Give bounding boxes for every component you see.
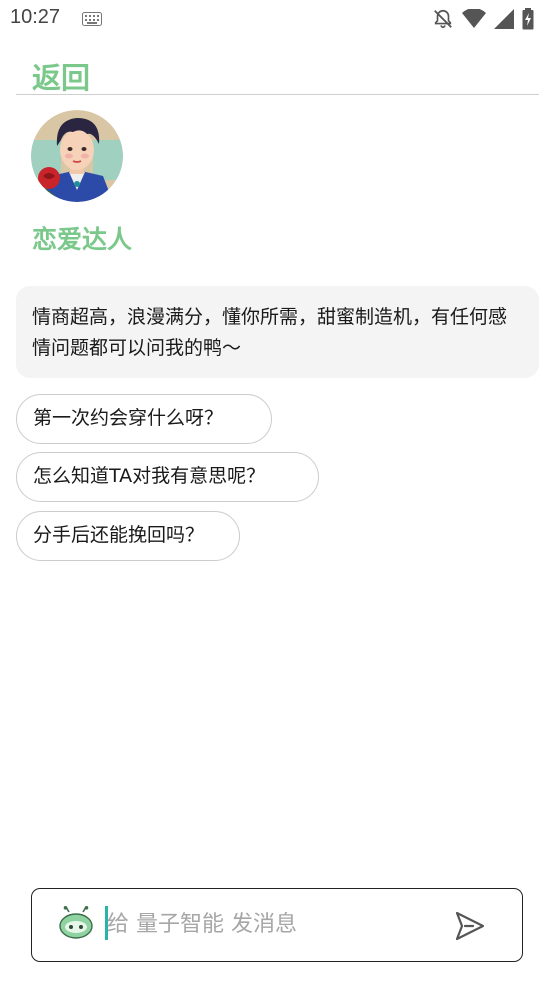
- chat-screen: 10:27 返回 恋爱达人 情商超高，浪漫满分，懂你所需，甜蜜制造机，有任何感情…: [0, 0, 554, 985]
- avatar: [31, 110, 123, 202]
- robot-icon: [58, 906, 94, 944]
- back-button[interactable]: 返回: [32, 55, 90, 97]
- header-divider: [16, 94, 539, 95]
- intro-text: 情商超高，浪漫满分，懂你所需，甜蜜制造机，有任何感情问题都可以问我的鸭～: [32, 306, 508, 359]
- signal-icon: [494, 9, 514, 33]
- keyboard-icon: [82, 11, 102, 30]
- notifications-off-icon: [432, 8, 454, 34]
- suggestion-chip[interactable]: 怎么知道TA对我有意思呢？: [16, 452, 319, 502]
- wifi-icon: [462, 8, 486, 33]
- message-composer: [31, 888, 523, 962]
- send-icon: [455, 911, 485, 941]
- battery-charging-icon: [522, 8, 534, 34]
- status-icons: [432, 8, 534, 34]
- status-bar: 10:27: [0, 0, 554, 38]
- intro-message-bubble: 情商超高，浪漫满分，懂你所需，甜蜜制造机，有任何感情问题都可以问我的鸭～: [16, 286, 539, 378]
- suggestion-chip[interactable]: 第一次约会穿什么呀？: [16, 394, 272, 444]
- suggestion-chip[interactable]: 分手后还能挽回吗？: [16, 511, 240, 561]
- bot-name: 恋爱达人: [32, 225, 133, 254]
- send-button[interactable]: [452, 908, 488, 944]
- status-time: 10:27: [10, 6, 61, 28]
- message-input[interactable]: [107, 905, 437, 943]
